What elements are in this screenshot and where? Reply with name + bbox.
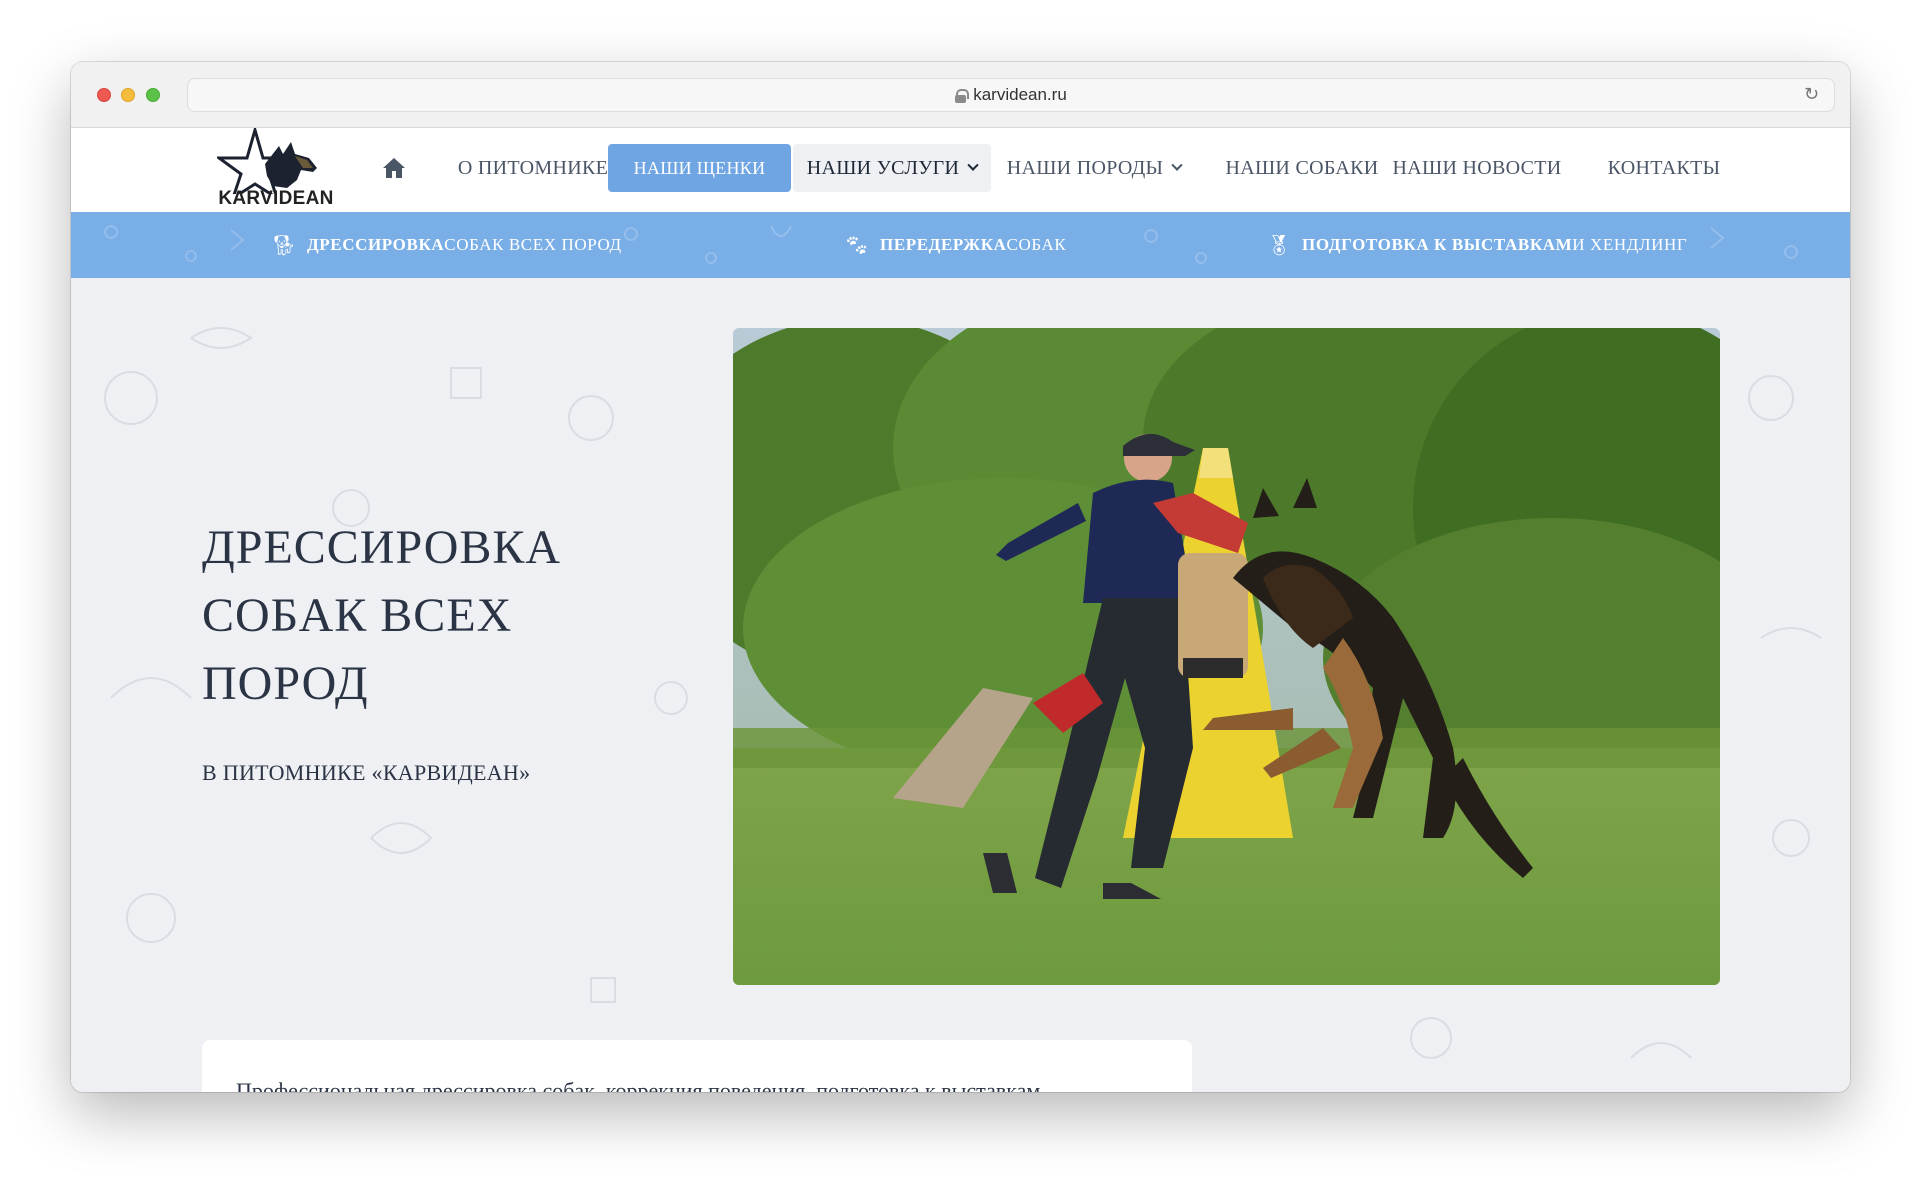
url-text: karvidean.ru bbox=[973, 85, 1067, 104]
nav-services[interactable]: НАШИ УСЛУГИ bbox=[793, 144, 991, 192]
strip-shows-bold: ПОДГОТОВКА К ВЫСТАВКАМ bbox=[1302, 235, 1573, 254]
hero-title-line-2: СОБАК ВСЕХ bbox=[202, 589, 513, 642]
close-window-button[interactable] bbox=[97, 88, 111, 102]
hero-subtitle: В ПИТОМНИКЕ «КАРВИДЕАН» bbox=[202, 760, 531, 785]
strip-shows-link[interactable]: 🏅︎ ПОДГОТОВКА К ВЫСТАВКАМ И ХЕНДЛИНГ bbox=[1266, 212, 1687, 278]
address-bar[interactable]: karvidean.ru ↻ bbox=[187, 78, 1835, 112]
strip-shows-rest: И ХЕНДЛИНГ bbox=[1572, 235, 1688, 254]
home-icon bbox=[383, 158, 405, 178]
minimize-window-button[interactable] bbox=[121, 88, 135, 102]
nav-about[interactable]: О ПИТОМНИКЕ bbox=[441, 144, 625, 192]
nav-dogs[interactable]: НАШИ СОБАКИ bbox=[1210, 144, 1394, 192]
hero-title-line-1: ДРЕССИРОВКА bbox=[202, 521, 562, 574]
strip-training-link[interactable]: 🐕︎ ДРЕССИРОВКА СОБАК ВСЕХ ПОРОД bbox=[271, 212, 622, 278]
strip-training-rest: СОБАК ВСЕХ ПОРОД bbox=[444, 235, 622, 254]
nav-news[interactable]: НАШИ НОВОСТИ bbox=[1392, 144, 1561, 192]
paw-icon: 🐾︎ bbox=[844, 233, 870, 257]
maximize-window-button[interactable] bbox=[146, 88, 160, 102]
hero-title: ДРЕССИРОВКА СОБАК ВСЕХ ПОРОД bbox=[202, 514, 622, 718]
strip-boarding-link[interactable]: 🐾︎ ПЕРЕДЕРЖКА СОБАК bbox=[844, 212, 1066, 278]
browser-window: karvidean.ru ↻ KARVIDEAN О ПИТОМНИКЕ НАШ… bbox=[71, 62, 1850, 1092]
browser-titlebar: karvidean.ru ↻ bbox=[71, 62, 1850, 128]
chevron-down-icon bbox=[967, 159, 979, 171]
hero-section: ДРЕССИРОВКА СОБАК ВСЕХ ПОРОД В ПИТОМНИКЕ… bbox=[71, 278, 1850, 1092]
strip-training-bold: ДРЕССИРОВКА bbox=[307, 235, 445, 254]
nav-contacts[interactable]: КОНТАКТЫ bbox=[1589, 144, 1739, 192]
lock-icon bbox=[955, 88, 970, 103]
intro-card: Профессиональная дрессировка собак, корр… bbox=[202, 1040, 1192, 1092]
strip-boarding-rest: СОБАК bbox=[1006, 235, 1067, 254]
nav-services-label: НАШИ УСЛУГИ bbox=[806, 156, 960, 179]
intro-card-text: Профессиональная дрессировка собак, корр… bbox=[236, 1078, 1041, 1092]
reload-icon[interactable]: ↻ bbox=[1804, 86, 1822, 104]
nav-breeds-label: НАШИ ПОРОДЫ bbox=[1006, 156, 1164, 179]
medal-icon: 🏅︎ bbox=[1266, 233, 1292, 257]
chevron-down-icon bbox=[1171, 159, 1183, 171]
dog-icon: 🐕︎ bbox=[271, 233, 297, 257]
nav-breeds[interactable]: НАШИ ПОРОДЫ bbox=[1004, 144, 1184, 192]
main-nav: О ПИТОМНИКЕ НАШИ ЩЕНКИ НАШИ УСЛУГИ НАШИ … bbox=[71, 128, 1850, 212]
strip-boarding-bold: ПЕРЕДЕРЖКА bbox=[880, 235, 1007, 254]
nav-home[interactable] bbox=[379, 144, 409, 192]
services-strip: 🐕︎ ДРЕССИРОВКА СОБАК ВСЕХ ПОРОД 🐾︎ ПЕРЕД… bbox=[71, 212, 1850, 278]
hero-title-line-3: ПОРОД bbox=[202, 657, 369, 710]
site-header: KARVIDEAN О ПИТОМНИКЕ НАШИ ЩЕНКИ НАШИ УС… bbox=[71, 124, 1850, 212]
hero-photo bbox=[733, 328, 1720, 985]
dog-training-photo bbox=[733, 328, 1720, 985]
nav-puppies[interactable]: НАШИ ЩЕНКИ bbox=[608, 144, 791, 192]
